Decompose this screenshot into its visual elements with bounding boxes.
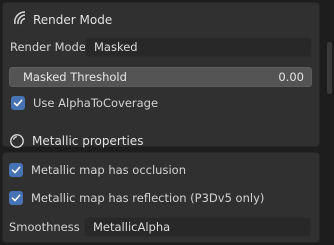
masked-threshold-label: Masked Threshold <box>23 70 127 84</box>
alpha-to-coverage-label[interactable]: Use AlphaToCoverage <box>33 95 158 111</box>
metallic-sphere-icon <box>9 133 25 149</box>
scrollbar[interactable] <box>327 42 332 94</box>
alpha-to-coverage-checkbox[interactable] <box>11 96 25 110</box>
render-mode-panel-title[interactable]: Render Mode <box>33 12 112 28</box>
checkmark-icon <box>11 166 21 174</box>
metallic-occlusion-label[interactable]: Metallic map has occlusion <box>31 162 186 178</box>
render-mode-icon <box>11 9 29 27</box>
smoothness-dropdown[interactable]: MetallicAlpha <box>84 217 311 237</box>
render-mode-label: Render Mode: <box>10 40 90 54</box>
material-properties-editor: Render Mode Render Mode: Masked Masked T… <box>0 0 334 245</box>
metallic-panel-title[interactable]: Metallic properties <box>32 133 143 149</box>
masked-threshold-slider[interactable]: Masked Threshold 0.00 <box>9 67 312 87</box>
checkmark-icon <box>11 194 21 202</box>
metallic-reflection-label[interactable]: Metallic map has reflection (P3Dv5 only) <box>31 190 264 206</box>
render-mode-dropdown[interactable]: Masked <box>85 37 312 57</box>
metallic-reflection-checkbox[interactable] <box>9 191 23 205</box>
render-mode-value: Masked <box>94 40 138 54</box>
checkmark-icon <box>13 99 23 107</box>
masked-threshold-value: 0.00 <box>278 70 304 84</box>
metallic-occlusion-checkbox[interactable] <box>9 163 23 177</box>
smoothness-value: MetallicAlpha <box>93 220 171 234</box>
smoothness-label: Smoothness ... <box>9 220 95 234</box>
render-mode-panel: Render Mode Render Mode: Masked Masked T… <box>2 2 320 147</box>
